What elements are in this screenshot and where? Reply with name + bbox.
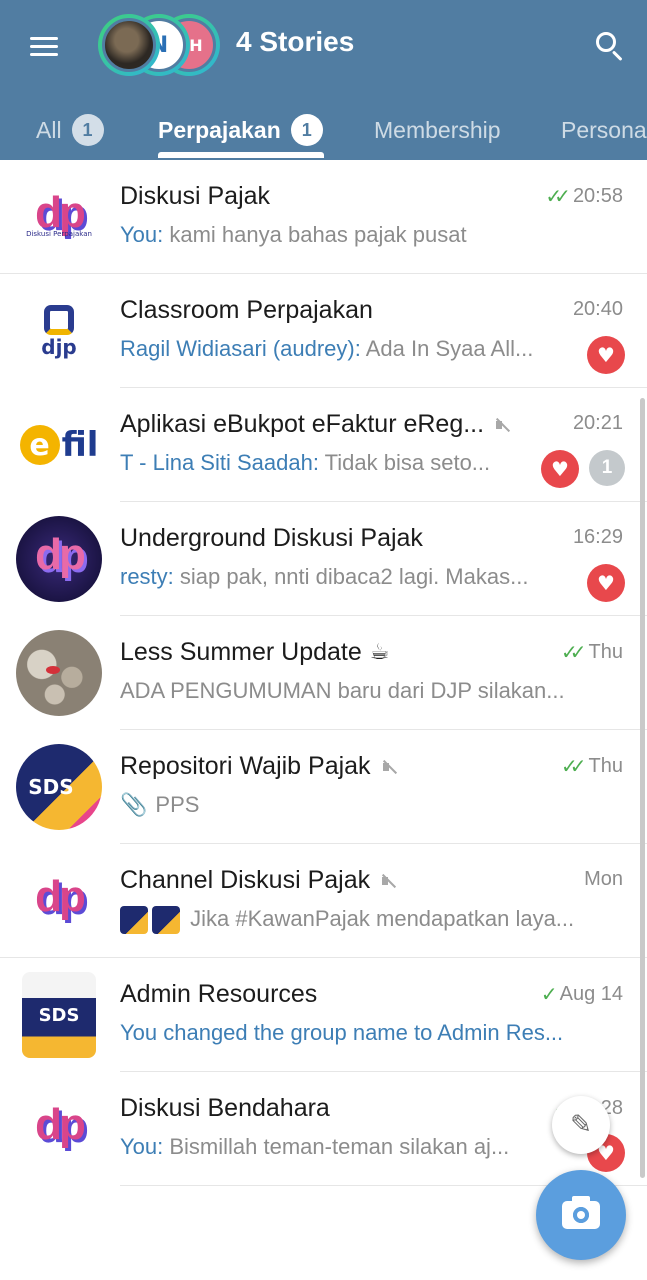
check-icon: ✓	[540, 982, 558, 1006]
chat-row[interactable]: dp Underground Diskusi Pajak 16:29 resty…	[0, 502, 647, 616]
chat-avatar: SDS	[22, 972, 96, 1058]
chat-name: Repositori Wajib Pajak	[120, 752, 397, 781]
page-title[interactable]: 4 Stories	[236, 26, 354, 58]
chat-time: Mon	[584, 868, 623, 890]
chat-name: Underground Diskusi Pajak	[120, 524, 423, 552]
tab-all[interactable]: All 1	[36, 100, 104, 160]
chat-preview: T - Lina Siti Saadah: Tidak bisa seto...	[120, 450, 491, 475]
double-check-icon: ✓✓	[545, 184, 570, 208]
chat-time: ✓✓ 20:58	[545, 184, 623, 208]
media-thumbnail	[152, 906, 180, 935]
chat-row[interactable]: SDS Admin Resources ✓ Aug 14 You changed …	[0, 958, 647, 1072]
muted-icon	[381, 759, 397, 775]
paperclip-icon: 📎	[120, 792, 148, 817]
chat-time: ✓✓ Thu	[561, 754, 623, 778]
chat-row[interactable]: dp Diskusi Perpajakan Diskusi Pajak ✓✓ 20…	[0, 160, 647, 274]
tab-persona[interactable]: Persona	[561, 100, 647, 160]
chat-name: Diskusi Bendahara	[120, 1094, 330, 1122]
chat-avatar: dp	[16, 858, 102, 944]
chat-preview: ADA PENGUMUMAN baru dari DJP silakan...	[120, 678, 565, 703]
search-icon[interactable]	[590, 26, 630, 66]
chat-preview: resty: siap pak, nnti dibaca2 lagi. Maka…	[120, 564, 529, 589]
chat-preview: You: Bismillah teman-teman silakan aj...	[120, 1134, 510, 1159]
chat-name: Channel Diskusi Pajak	[120, 866, 396, 895]
heart-reaction-icon[interactable]: ♥	[587, 564, 625, 602]
pencil-icon[interactable]: ✎	[552, 1096, 610, 1154]
story-avatar[interactable]	[98, 14, 160, 76]
coffee-emoji: ☕	[369, 640, 390, 665]
tab-count-badge: 1	[71, 114, 104, 146]
chat-row[interactable]: Less Summer Update ☕ ✓✓ Thu ADA PENGUMUMAN…	[0, 616, 647, 730]
double-check-icon: ✓✓	[561, 754, 586, 778]
chat-time: 20:21	[572, 412, 623, 434]
chat-avatar: e fil	[16, 402, 102, 488]
chat-time: ✓ Aug 14	[540, 982, 623, 1006]
chat-avatar: djp	[16, 288, 102, 374]
chat-name: Classroom Perpajakan	[120, 296, 373, 324]
chat-avatar	[16, 630, 102, 716]
chat-preview: Jika #KawanPajak mendapatkan laya...	[120, 906, 620, 935]
chat-row[interactable]: dp Channel Diskusi Pajak Mon Jika #Kawan…	[0, 844, 647, 958]
chat-name: Admin Resources	[120, 980, 318, 1008]
tab-membership[interactable]: Membership	[374, 100, 501, 160]
chat-avatar: dp Diskusi Perpajakan	[16, 174, 102, 260]
chat-preview: You changed the group name to Admin Res.…	[120, 1020, 564, 1045]
chat-time: 16:29	[572, 526, 623, 548]
stories-avatars[interactable]: N H	[98, 14, 222, 76]
chat-avatar: SDS	[16, 744, 102, 830]
heart-reaction-icon[interactable]: ♥	[541, 450, 579, 488]
chat-row[interactable]: djp Classroom Perpajakan 20:40 Ragil Wid…	[0, 274, 647, 388]
chat-row[interactable]: e fil Aplikasi eBukpot eFaktur eReg... 2…	[0, 388, 647, 502]
chat-preview: 📎 PPS	[120, 792, 200, 817]
chat-name: Less Summer Update ☕	[120, 638, 390, 666]
folder-tabs: All 1 Perpajakan 1 Membership Persona	[0, 100, 647, 160]
chat-avatar: dp	[16, 1086, 102, 1172]
chat-list: dp Diskusi Perpajakan Diskusi Pajak ✓✓ 20…	[0, 160, 647, 1186]
chat-preview: Ragil Widiasari (audrey): Ada In Syaa Al…	[120, 336, 534, 361]
scrollbar[interactable]	[640, 398, 645, 1178]
double-check-icon: ✓✓	[561, 640, 586, 664]
chat-name: Aplikasi eBukpot eFaktur eReg...	[120, 410, 510, 439]
heart-reaction-icon[interactable]: ♥	[587, 336, 625, 374]
active-tab-indicator	[158, 152, 324, 158]
muted-icon	[380, 873, 396, 889]
chat-name: Diskusi Pajak	[120, 182, 271, 210]
camera-icon[interactable]	[536, 1170, 626, 1260]
unread-count-badge: 1	[589, 450, 625, 486]
tab-count-badge: 1	[290, 114, 323, 146]
chat-row[interactable]: dp Diskusi Bendahara ✓✓…28 You: Bismilla…	[0, 1072, 647, 1186]
chat-preview: You: kami hanya bahas pajak pusat	[120, 222, 467, 247]
hamburger-menu-icon[interactable]	[26, 28, 62, 64]
chat-avatar: dp	[16, 516, 102, 602]
chat-time: ✓✓ Thu	[561, 640, 623, 664]
muted-icon	[494, 417, 510, 433]
media-thumbnail	[120, 906, 148, 935]
tab-perpajakan[interactable]: Perpajakan 1	[158, 100, 323, 160]
chat-time: 20:40	[572, 298, 623, 320]
chat-row[interactable]: SDS Repositori Wajib Pajak ✓✓ Thu 📎 PPS	[0, 730, 647, 844]
app-header: N H 4 Stories All 1 Perpajakan 1 Members…	[0, 0, 647, 160]
